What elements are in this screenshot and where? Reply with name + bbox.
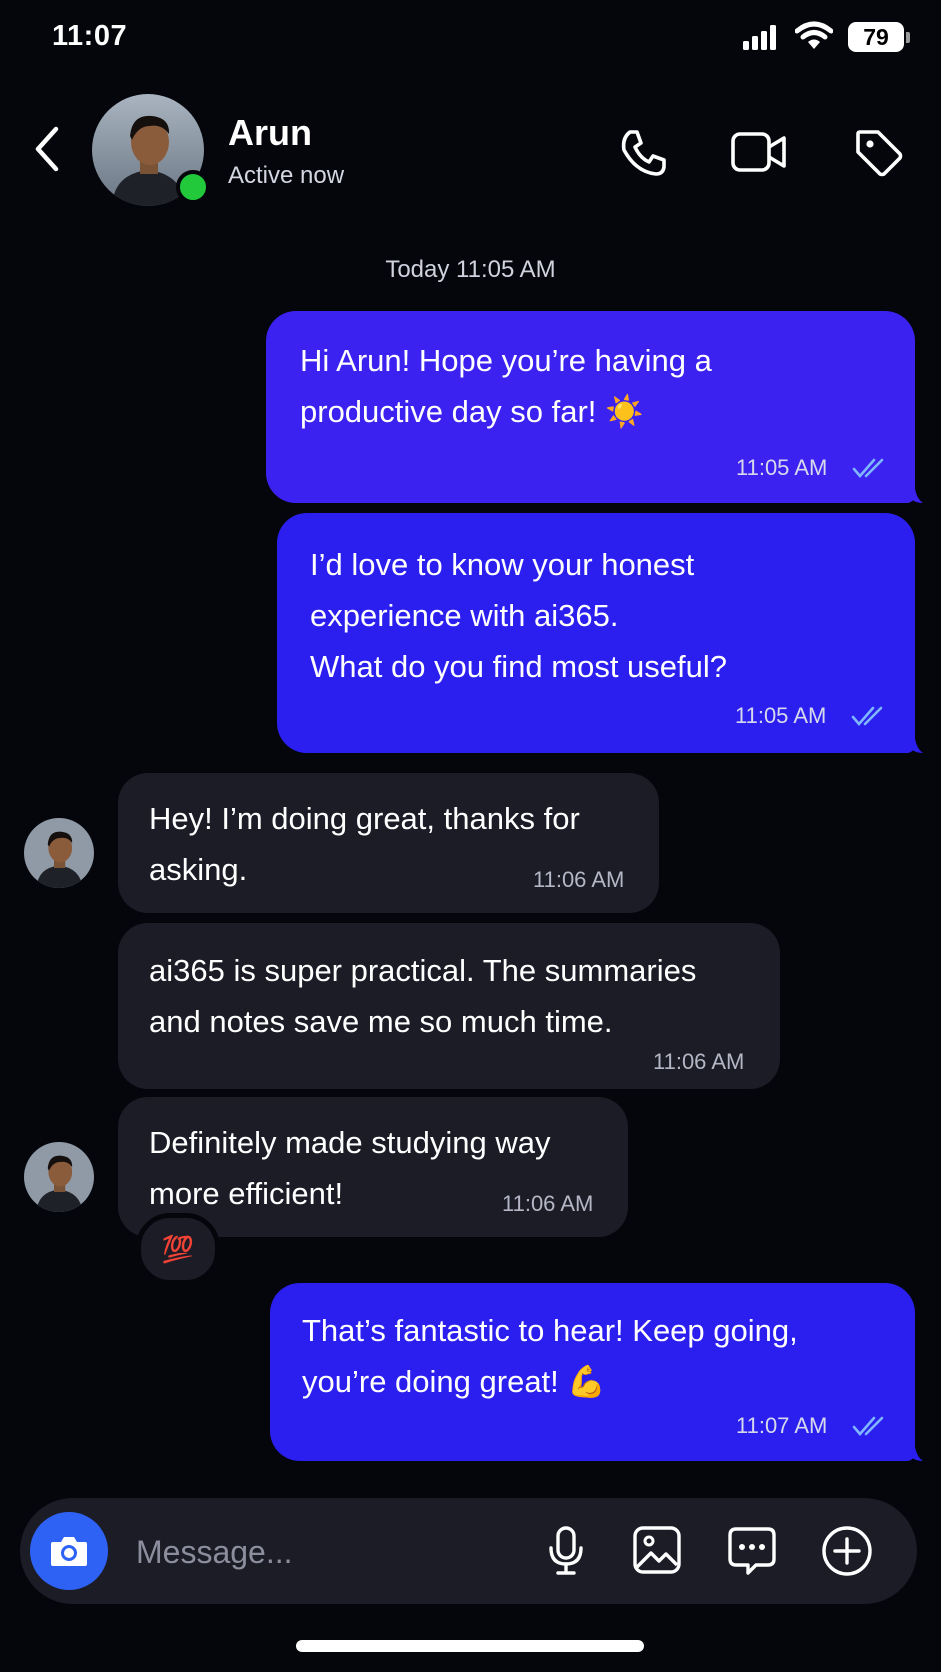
message-text: Hey! I’m doing great, thanks for asking. (149, 801, 580, 887)
message-text: That’s fantastic to hear! Keep going, yo… (302, 1313, 798, 1399)
read-receipt-icon (851, 706, 883, 726)
battery-indicator: 79 (848, 22, 904, 52)
bubble-tail (907, 1447, 923, 1461)
outgoing-message-bubble[interactable]: I’d love to know your honest experience … (277, 513, 923, 753)
reaction-emoji: 💯 (161, 1233, 195, 1264)
read-receipt-icon (852, 1416, 884, 1436)
home-indicator[interactable] (296, 1640, 644, 1652)
contact-name[interactable]: Arun (228, 112, 312, 154)
battery-cap (906, 32, 910, 43)
date-separator: Today 11:05 AM (385, 256, 556, 283)
reaction-badge[interactable]: 💯 (136, 1213, 220, 1285)
cellular-signal-icon (743, 24, 777, 50)
tag-icon[interactable] (854, 128, 904, 178)
message-text: Definitely made studying way more effici… (149, 1125, 551, 1211)
message-time: 11:05 AM (736, 455, 828, 480)
contact-avatar-small[interactable] (24, 1142, 94, 1212)
microphone-icon[interactable] (546, 1526, 586, 1576)
message-time: 11:07 AM (736, 1413, 828, 1438)
contact-avatar-small[interactable] (24, 818, 94, 888)
wifi-icon (795, 21, 833, 49)
message-time: 11:06 AM (502, 1191, 594, 1216)
online-status-dot (176, 170, 210, 204)
message-time: 11:06 AM (653, 1049, 745, 1074)
outgoing-message-bubble[interactable]: Hi Arun! Hope you’re having a productive… (266, 311, 923, 503)
image-icon[interactable] (632, 1525, 682, 1575)
message-text: I’d love to know your honest experience … (310, 547, 728, 684)
camera-icon (51, 1537, 87, 1566)
incoming-message-bubble[interactable]: ai365 is super practical. The summaries … (118, 923, 780, 1089)
message-time: 11:06 AM (533, 867, 625, 892)
status-time: 11:07 (52, 20, 128, 52)
presence-status: Active now (228, 162, 345, 189)
message-time: 11:05 AM (735, 703, 827, 728)
video-call-icon[interactable] (730, 130, 788, 174)
phone-icon[interactable] (618, 128, 668, 178)
message-text: Hi Arun! Hope you’re having a productive… (300, 343, 712, 429)
back-chevron-icon[interactable] (32, 125, 62, 173)
outgoing-message-bubble[interactable]: That’s fantastic to hear! Keep going, yo… (270, 1283, 923, 1461)
message-input[interactable] (136, 1527, 516, 1577)
read-receipt-icon (852, 458, 884, 478)
chat-dots-icon[interactable] (726, 1525, 778, 1577)
incoming-message-bubble[interactable]: Hey! I’m doing great, thanks for asking.… (118, 773, 659, 913)
message-text: ai365 is super practical. The summaries … (149, 953, 697, 1039)
camera-button[interactable] (30, 1512, 108, 1590)
plus-circle-icon[interactable] (821, 1525, 873, 1577)
bubble-tail (907, 489, 923, 503)
bubble-tail (907, 739, 923, 753)
battery-level: 79 (863, 23, 889, 50)
